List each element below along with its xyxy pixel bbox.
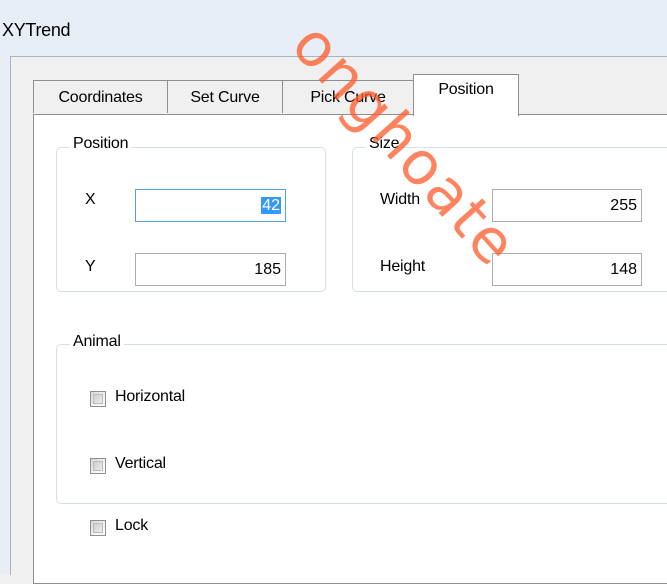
tab-pick-curve-label: Pick Curve xyxy=(310,89,386,106)
y-input[interactable]: 185 xyxy=(135,253,286,286)
tab-set-curve-label: Set Curve xyxy=(190,89,260,106)
tab-set-curve[interactable]: Set Curve xyxy=(167,80,283,113)
lock-label[interactable]: Lock xyxy=(115,517,148,535)
position-tab-panel: Position X 42 Y 185 Size Width 255 Heigh… xyxy=(33,114,667,584)
horizontal-label[interactable]: Horizontal xyxy=(115,388,185,406)
width-label: Width xyxy=(380,191,420,208)
animal-group xyxy=(56,344,667,504)
tab-coordinates-label: Coordinates xyxy=(58,89,143,106)
x-label: X xyxy=(85,191,96,208)
tab-position-label: Position xyxy=(438,81,494,98)
horizontal-checkbox[interactable] xyxy=(90,391,106,407)
lock-checkbox[interactable] xyxy=(90,520,106,536)
x-value: 42 xyxy=(261,197,281,214)
vertical-checkbox[interactable] xyxy=(90,458,106,474)
tab-position[interactable]: Position xyxy=(413,74,519,116)
size-group-legend: Size xyxy=(366,135,403,153)
width-value: 255 xyxy=(610,197,637,214)
y-label: Y xyxy=(85,258,96,275)
x-input[interactable]: 42 xyxy=(135,189,286,222)
width-input[interactable]: 255 xyxy=(492,189,642,222)
tab-pick-curve[interactable]: Pick Curve xyxy=(282,80,414,113)
animal-group-legend: Animal xyxy=(70,333,124,351)
vertical-label[interactable]: Vertical xyxy=(115,455,166,473)
window-title: XYTrend xyxy=(2,20,71,40)
height-input[interactable]: 148 xyxy=(492,253,642,286)
y-value: 185 xyxy=(254,261,281,278)
tab-coordinates[interactable]: Coordinates xyxy=(33,80,168,113)
height-value: 148 xyxy=(610,261,637,278)
xytrend-dialog: XYTrend Coordinates Set Curve Pick Curve… xyxy=(0,0,667,584)
title-bar[interactable]: XYTrend xyxy=(0,0,667,56)
position-group-legend: Position xyxy=(70,135,132,153)
height-label: Height xyxy=(380,258,426,275)
